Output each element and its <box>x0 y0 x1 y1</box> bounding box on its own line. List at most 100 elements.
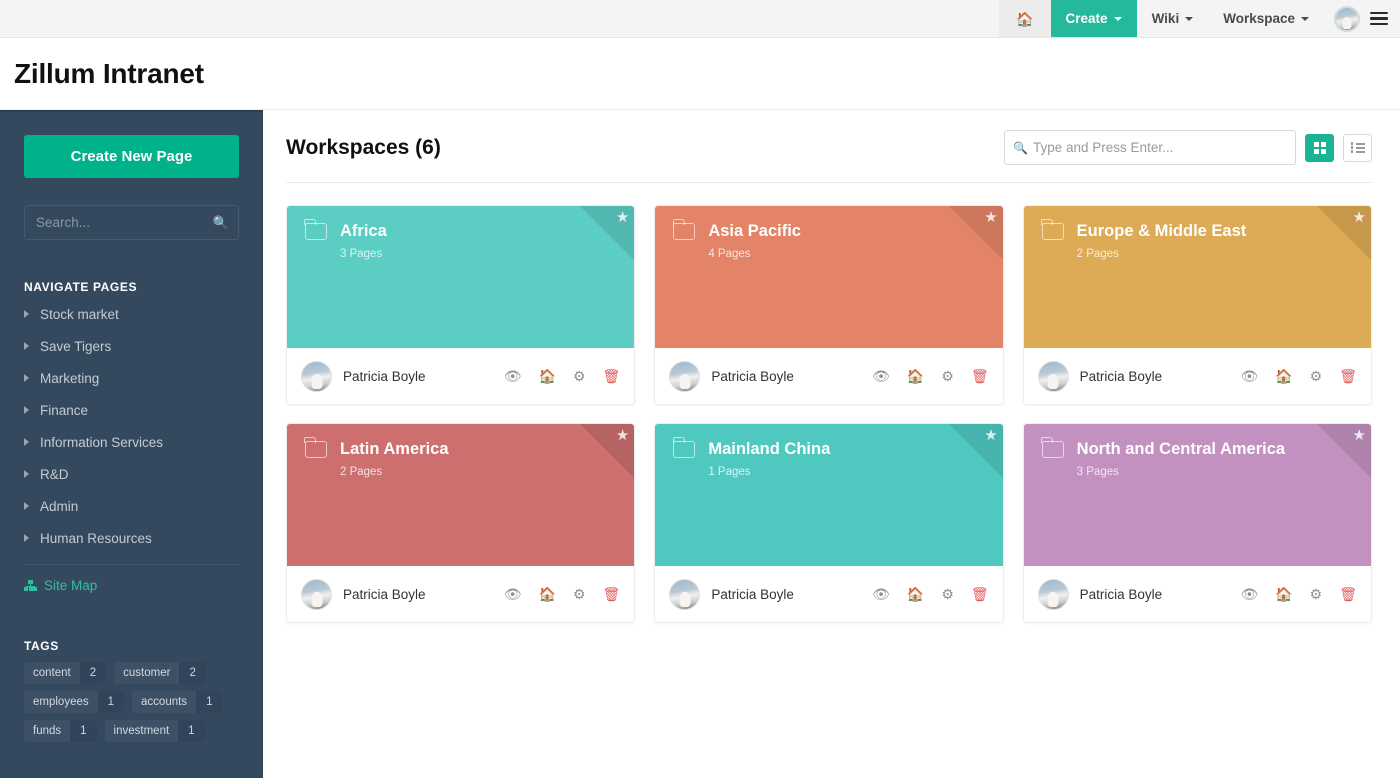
workspace-card-africa[interactable]: ★ Africa 3 Pages Patricia Boyle 👁 🏠 ⚙ <box>286 205 635 405</box>
tag-accounts[interactable]: accounts 1 <box>132 691 222 713</box>
workspace-card-north-central-america[interactable]: ★ North and Central America 3 Pages Patr… <box>1023 423 1372 623</box>
main-header: Workspaces (6) 🔍 <box>286 130 1372 183</box>
sidebar-item-finance[interactable]: Finance <box>24 394 239 426</box>
eye-icon[interactable]: 👁 <box>504 369 522 383</box>
search-input[interactable] <box>1004 130 1296 165</box>
home-icon[interactable]: 🏠 <box>539 369 556 383</box>
workspace-page-count: 3 Pages <box>1077 466 1353 478</box>
gear-icon[interactable]: ⚙ <box>941 587 954 601</box>
workspace-card-grid: ★ Africa 3 Pages Patricia Boyle 👁 🏠 ⚙ <box>286 183 1372 623</box>
sidebar-item-save-tigers[interactable]: Save Tigers <box>24 330 239 362</box>
list-view-button[interactable] <box>1343 134 1372 162</box>
tag-investment[interactable]: investment 1 <box>105 720 205 742</box>
nav-item-create-label: Create <box>1066 11 1108 26</box>
nav-home-button[interactable]: 🏠 <box>999 0 1050 37</box>
sidebar-search-input[interactable] <box>24 205 239 240</box>
gear-icon[interactable]: ⚙ <box>1310 587 1323 601</box>
home-icon[interactable]: 🏠 <box>907 369 924 383</box>
sidebar-item-site-map[interactable]: Site Map <box>24 565 239 593</box>
star-icon: ★ <box>616 428 629 443</box>
trash-icon[interactable]: 🗑 <box>1339 369 1357 383</box>
tag-count: 1 <box>178 720 204 742</box>
eye-icon[interactable]: 👁 <box>1240 369 1258 383</box>
star-icon: ★ <box>984 210 997 225</box>
avatar <box>669 579 700 610</box>
starred-ribbon[interactable]: ★ <box>949 206 1003 260</box>
home-icon[interactable]: 🏠 <box>1275 587 1292 601</box>
tag-employees[interactable]: employees 1 <box>24 691 124 713</box>
workspace-card-latin-america[interactable]: ★ Latin America 2 Pages Patricia Boyle 👁… <box>286 423 635 623</box>
sidebar-item-label: R&D <box>40 467 69 482</box>
card-actions: 👁 🏠 ⚙ 🗑 <box>872 587 989 601</box>
gear-icon[interactable]: ⚙ <box>941 369 954 383</box>
starred-ribbon[interactable]: ★ <box>580 206 634 260</box>
eye-icon[interactable]: 👁 <box>504 587 522 601</box>
eye-icon[interactable]: 👁 <box>872 369 890 383</box>
search-icon[interactable]: 🔍 <box>213 215 229 231</box>
starred-ribbon[interactable]: ★ <box>949 424 1003 478</box>
chevron-right-icon <box>24 374 29 382</box>
home-icon[interactable]: 🏠 <box>539 587 556 601</box>
create-new-page-button[interactable]: Create New Page <box>24 135 239 178</box>
tag-count: 1 <box>98 691 124 713</box>
tag-content[interactable]: content 2 <box>24 662 106 684</box>
trash-icon[interactable]: 🗑 <box>1339 587 1357 601</box>
main-content: Workspaces (6) 🔍 <box>263 110 1400 778</box>
avatar[interactable] <box>1334 6 1360 32</box>
sidebar-item-information-services[interactable]: Information Services <box>24 426 239 458</box>
sidebar-item-marketing[interactable]: Marketing <box>24 362 239 394</box>
sitemap-icon <box>24 580 37 591</box>
starred-ribbon[interactable]: ★ <box>580 424 634 478</box>
trash-icon[interactable]: 🗑 <box>971 587 989 601</box>
trash-icon[interactable]: 🗑 <box>971 369 989 383</box>
workspace-card-europe-middle-east[interactable]: ★ Europe & Middle East 2 Pages Patricia … <box>1023 205 1372 405</box>
workspace-page-count: 2 Pages <box>1077 248 1353 260</box>
sidebar-item-admin[interactable]: Admin <box>24 490 239 522</box>
trash-icon[interactable]: 🗑 <box>603 587 621 601</box>
gear-icon[interactable]: ⚙ <box>1310 369 1323 383</box>
eye-icon[interactable]: 👁 <box>1240 587 1258 601</box>
trash-icon[interactable]: 🗑 <box>603 369 621 383</box>
chevron-right-icon <box>24 342 29 350</box>
card-header: ★ North and Central America 3 Pages <box>1024 424 1371 566</box>
avatar <box>669 361 700 392</box>
card-title-row: Latin America <box>305 440 616 459</box>
workspace-name: Asia Pacific <box>708 222 801 241</box>
home-icon[interactable]: 🏠 <box>907 587 924 601</box>
card-footer: Patricia Boyle 👁 🏠 ⚙ 🗑 <box>655 348 1002 404</box>
tag-funds[interactable]: funds 1 <box>24 720 97 742</box>
sidebar-nav-list: Stock market Save Tigers Marketing Finan… <box>24 298 239 554</box>
home-icon[interactable]: 🏠 <box>1275 369 1292 383</box>
starred-ribbon[interactable]: ★ <box>1317 206 1371 260</box>
gear-icon[interactable]: ⚙ <box>573 587 586 601</box>
sidebar-item-stock-market[interactable]: Stock market <box>24 298 239 330</box>
nav-item-wiki[interactable]: Wiki <box>1137 0 1209 37</box>
workspace-name: Latin America <box>340 440 449 459</box>
eye-icon[interactable]: 👁 <box>872 587 890 601</box>
workspace-page-count: 4 Pages <box>708 248 984 260</box>
tag-name: customer <box>114 662 179 684</box>
workspace-page-count: 3 Pages <box>340 248 616 260</box>
grid-view-button[interactable] <box>1305 134 1334 162</box>
home-icon: 🏠 <box>1016 12 1033 26</box>
workspace-card-asia-pacific[interactable]: ★ Asia Pacific 4 Pages Patricia Boyle 👁 … <box>654 205 1003 405</box>
star-icon: ★ <box>616 210 629 225</box>
hamburger-menu-icon[interactable] <box>1370 9 1388 29</box>
chevron-right-icon <box>24 502 29 510</box>
tag-name: investment <box>105 720 179 742</box>
starred-ribbon[interactable]: ★ <box>1317 424 1371 478</box>
navbar-right-group <box>1324 0 1400 37</box>
workspace-owner: Patricia Boyle <box>711 369 861 384</box>
tag-customer[interactable]: customer 2 <box>114 662 206 684</box>
gear-icon[interactable]: ⚙ <box>573 369 586 383</box>
sidebar-item-human-resources[interactable]: Human Resources <box>24 522 239 554</box>
sidebar-item-rd[interactable]: R&D <box>24 458 239 490</box>
nav-item-workspace[interactable]: Workspace <box>1208 0 1324 37</box>
card-actions: 👁 🏠 ⚙ 🗑 <box>1240 587 1357 601</box>
workspace-card-mainland-china[interactable]: ★ Mainland China 1 Pages Patricia Boyle … <box>654 423 1003 623</box>
nav-item-create[interactable]: Create <box>1051 0 1137 37</box>
folder-icon <box>305 223 327 240</box>
tags-heading: TAGS <box>24 639 239 653</box>
search-icon: 🔍 <box>1013 141 1028 155</box>
sidebar-item-label: Admin <box>40 499 78 514</box>
